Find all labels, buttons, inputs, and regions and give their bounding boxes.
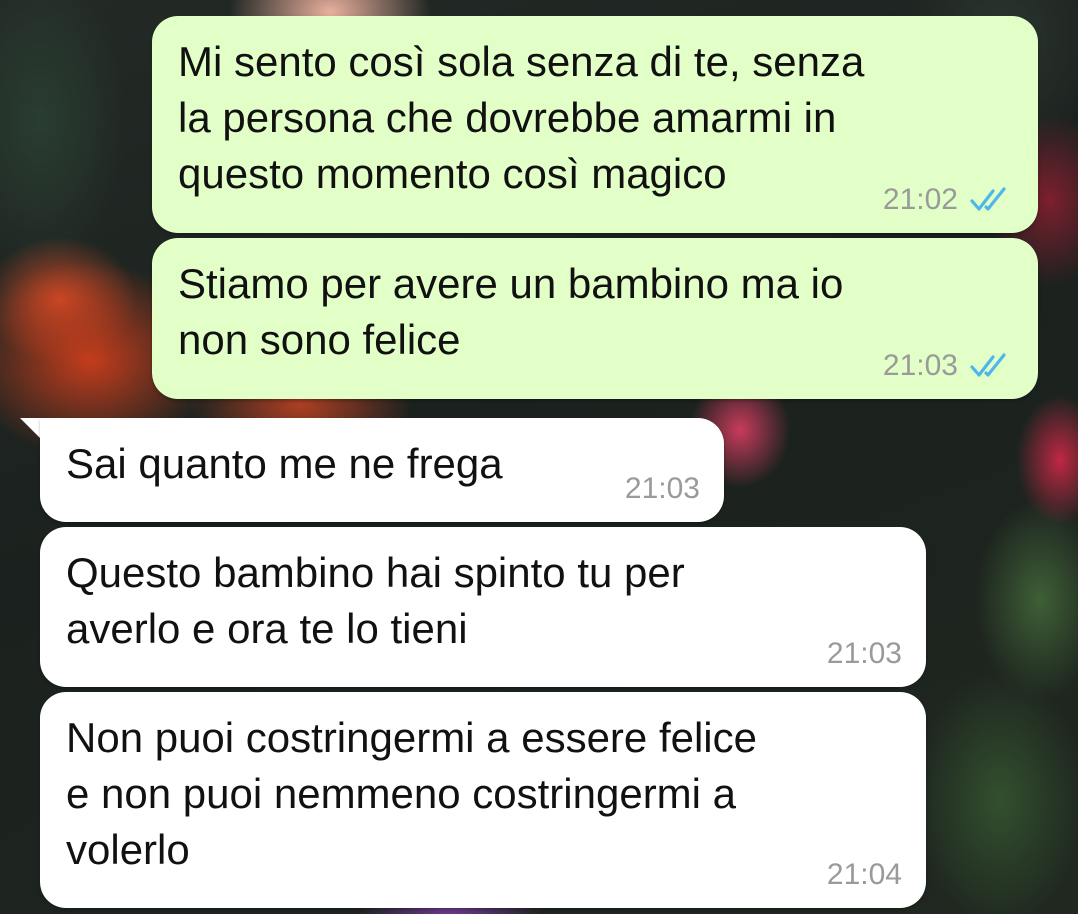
message-text: Sai quanto me ne frega (66, 440, 503, 487)
message-text: Mi sento così sola senza di te, senza la… (178, 38, 865, 197)
message-meta: 21:03 (625, 472, 700, 506)
message-meta: 21:04 (827, 858, 902, 892)
message-meta: 21:03 (883, 349, 1014, 383)
message-bubble-incoming[interactable]: Sai quanto me ne frega 21:03 (40, 418, 724, 522)
message-text: Non puoi costringermi a essere felice e … (66, 714, 757, 873)
message-bubble-incoming[interactable]: Questo bambino hai spinto tu per averlo … (40, 527, 926, 687)
double-check-read-icon (970, 353, 1006, 377)
message-time: 21:04 (826, 858, 902, 891)
message-bubble-outgoing[interactable]: Stiamo per avere un bambino ma io non so… (152, 238, 1038, 399)
message-time: 21:03 (624, 472, 700, 505)
message-meta: 21:02 (883, 183, 1014, 217)
message-text: Questo bambino hai spinto tu per averlo … (66, 549, 685, 652)
double-check-read-icon (970, 187, 1006, 211)
message-time: 21:03 (882, 349, 958, 382)
message-bubble-outgoing[interactable]: Mi sento così sola senza di te, senza la… (152, 16, 1038, 233)
message-time: 21:02 (882, 183, 958, 216)
message-bubble-incoming[interactable]: Non puoi costringermi a essere felice e … (40, 692, 926, 908)
message-meta: 21:03 (827, 637, 902, 671)
message-time: 21:03 (826, 637, 902, 670)
